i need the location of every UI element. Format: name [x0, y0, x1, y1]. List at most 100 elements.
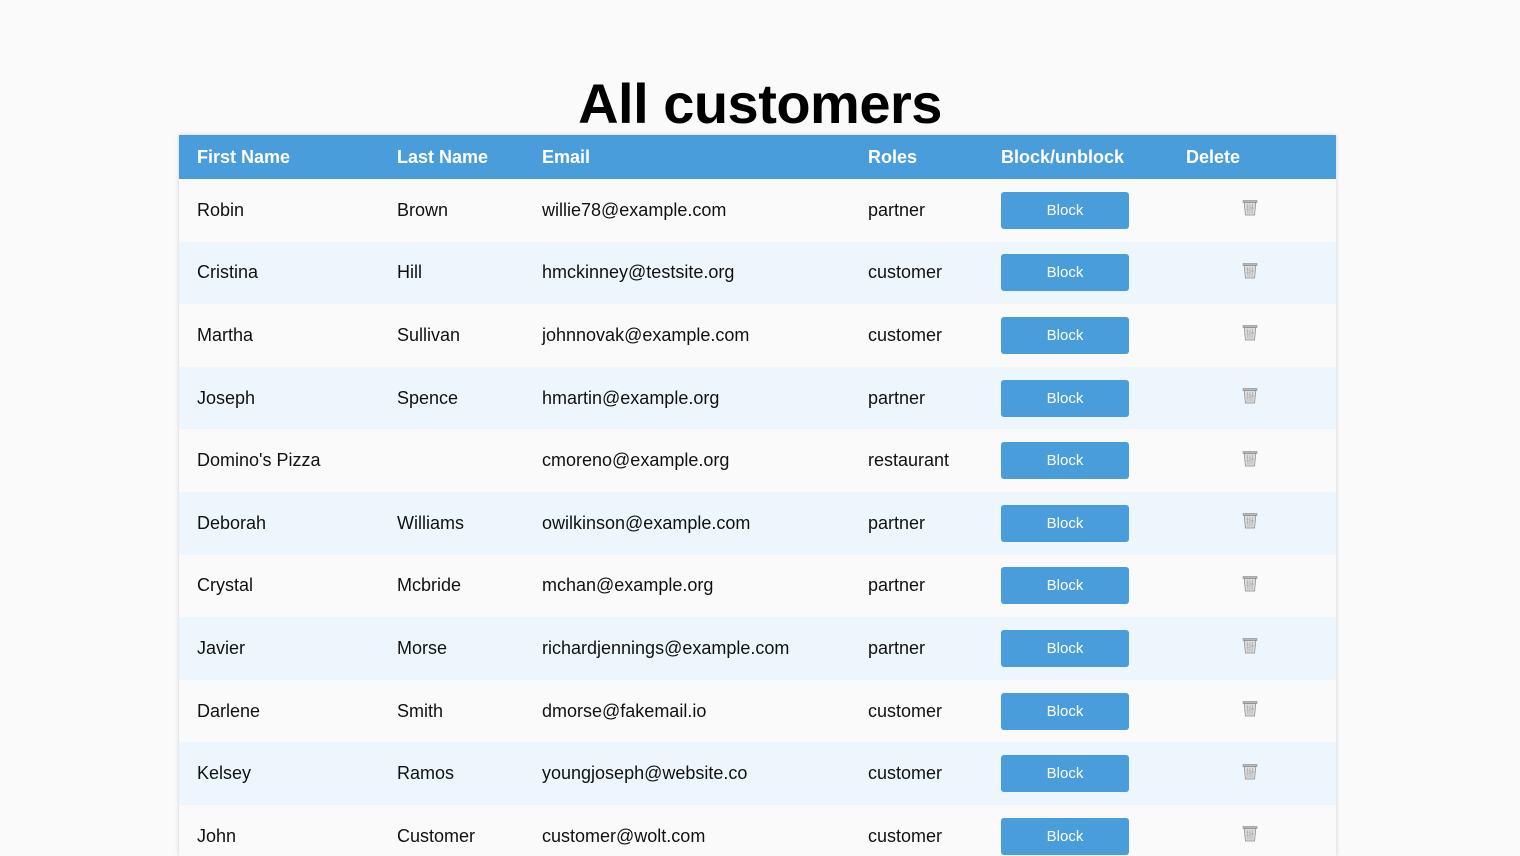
trash-icon[interactable] — [1242, 512, 1258, 529]
last-name-cell — [397, 429, 542, 492]
block-cell: Block — [1001, 429, 1186, 492]
email-cell: hmartin@example.org — [542, 387, 720, 408]
delete-cell — [1186, 367, 1336, 430]
block-cell: Block — [1001, 680, 1186, 743]
delete-cell — [1186, 617, 1336, 680]
delete-cell — [1186, 242, 1336, 305]
block-button[interactable]: Block — [1001, 379, 1129, 417]
delete-cell — [1186, 805, 1336, 856]
first-name-cell: Deborah — [197, 512, 267, 533]
email-cell: cmoreno@example.org — [542, 450, 730, 471]
first-name-cell: Crystal — [197, 575, 254, 596]
block-button[interactable]: Block — [1001, 629, 1129, 667]
delete-cell — [1186, 304, 1336, 367]
trash-icon[interactable] — [1242, 262, 1258, 279]
email-cell: customer@wolt.com — [542, 825, 706, 846]
block-cell: Block — [1001, 742, 1186, 805]
email-cell: hmckinney@testsite.org — [542, 262, 735, 283]
block-cell: Block — [1001, 617, 1186, 680]
last-name-cell: Morse — [397, 637, 448, 658]
last-name-cell: Smith — [397, 700, 444, 721]
block-button[interactable]: Block — [1001, 755, 1129, 793]
first-name-cell: Cristina — [197, 262, 259, 283]
last-name-cell: Brown — [397, 199, 449, 220]
block-button[interactable]: Block — [1001, 191, 1129, 229]
block-button[interactable]: Block — [1001, 692, 1129, 730]
header-row: First Name Last Name Email Roles Block/u… — [179, 135, 1336, 179]
table-row: Martha Sullivan johnnovak@example.com cu… — [179, 304, 1336, 367]
last-name-cell: Hill — [397, 262, 422, 283]
block-button[interactable]: Block — [1001, 817, 1129, 855]
trash-icon[interactable] — [1242, 324, 1258, 341]
email-cell: johnnovak@example.com — [542, 324, 750, 345]
block-button[interactable]: Block — [1001, 254, 1129, 292]
first-name-cell: Kelsey — [197, 763, 252, 784]
delete-cell — [1186, 680, 1336, 743]
first-name-cell: Joseph — [197, 387, 256, 408]
page-title: All customers — [578, 72, 942, 135]
trash-icon[interactable] — [1242, 575, 1258, 592]
first-name-cell: Martha — [197, 324, 254, 345]
header-delete: Delete — [1186, 146, 1241, 167]
first-name-cell: John — [197, 825, 237, 846]
trash-icon[interactable] — [1242, 637, 1258, 654]
role-cell: customer — [868, 763, 943, 784]
header-first-name: First Name — [197, 146, 291, 167]
role-cell: partner — [868, 199, 926, 220]
last-name-cell: Mcbride — [397, 575, 462, 596]
trash-icon[interactable] — [1242, 387, 1258, 404]
email-cell: youngjoseph@website.co — [542, 763, 748, 784]
first-name-cell: Darlene — [197, 700, 261, 721]
block-button[interactable]: Block — [1001, 504, 1129, 542]
table-row: John Customer customer@wolt.com customer… — [179, 804, 1336, 856]
trash-icon[interactable] — [1242, 763, 1258, 780]
block-button[interactable]: Block — [1001, 316, 1129, 354]
block-cell: Block — [1001, 304, 1186, 367]
block-cell: Block — [1001, 367, 1186, 430]
first-name-cell: Robin — [197, 199, 245, 220]
table-row: Javier Morse richardjennings@example.com… — [179, 617, 1336, 680]
email-cell: mchan@example.org — [542, 575, 714, 596]
block-cell: Block — [1001, 179, 1186, 242]
block-button[interactable]: Block — [1001, 567, 1129, 605]
table-body: Robin Brown willie78@example.com partner… — [179, 179, 1336, 856]
delete-cell — [1186, 179, 1336, 242]
customers-table-container: First Name Last Name Email Roles Block/u… — [179, 135, 1336, 856]
trash-icon[interactable] — [1242, 700, 1258, 717]
last-name-cell: Sullivan — [397, 324, 461, 345]
email-cell: dmorse@fakemail.io — [542, 700, 707, 721]
last-name-cell: Ramos — [397, 763, 455, 784]
delete-cell — [1186, 429, 1336, 492]
role-cell: partner — [868, 512, 926, 533]
block-button[interactable]: Block — [1001, 442, 1129, 480]
table-row: Deborah Williams owilkinson@example.com … — [179, 491, 1336, 555]
table-row: Kelsey Ramos youngjoseph@website.co cust… — [179, 742, 1336, 805]
table-row: Joseph Spence hmartin@example.org partne… — [179, 366, 1336, 430]
trash-icon[interactable] — [1242, 825, 1258, 842]
first-name-cell: Domino's Pizza — [197, 450, 321, 471]
role-cell: customer — [868, 324, 943, 345]
email-cell: owilkinson@example.com — [542, 512, 751, 533]
role-cell: partner — [868, 637, 926, 658]
table-row: Robin Brown willie78@example.com partner… — [179, 179, 1336, 242]
role-cell: customer — [868, 825, 943, 846]
header-block-unblock: Block/unblock — [1001, 146, 1125, 167]
email-cell: willie78@example.com — [542, 199, 727, 220]
table-row: Domino's Pizza cmoreno@example.org resta… — [179, 429, 1336, 492]
table-header: First Name Last Name Email Roles Block/u… — [179, 135, 1336, 179]
email-cell: richardjennings@example.com — [542, 637, 790, 658]
delete-cell — [1186, 492, 1336, 555]
block-cell: Block — [1001, 555, 1186, 618]
delete-cell — [1186, 742, 1336, 805]
trash-icon[interactable] — [1242, 199, 1258, 216]
table-row: Darlene Smith dmorse@fakemail.io custome… — [179, 679, 1336, 743]
table-row: Crystal Mcbride mchan@example.org partne… — [179, 554, 1336, 618]
role-cell: partner — [868, 387, 926, 408]
block-cell: Block — [1001, 492, 1186, 555]
table-row: Cristina Hill hmckinney@testsite.org cus… — [179, 241, 1336, 305]
delete-cell — [1186, 555, 1336, 618]
header-last-name: Last Name — [397, 146, 489, 167]
role-cell: customer — [868, 262, 943, 283]
trash-icon[interactable] — [1242, 450, 1258, 467]
first-name-cell: Javier — [197, 637, 246, 658]
